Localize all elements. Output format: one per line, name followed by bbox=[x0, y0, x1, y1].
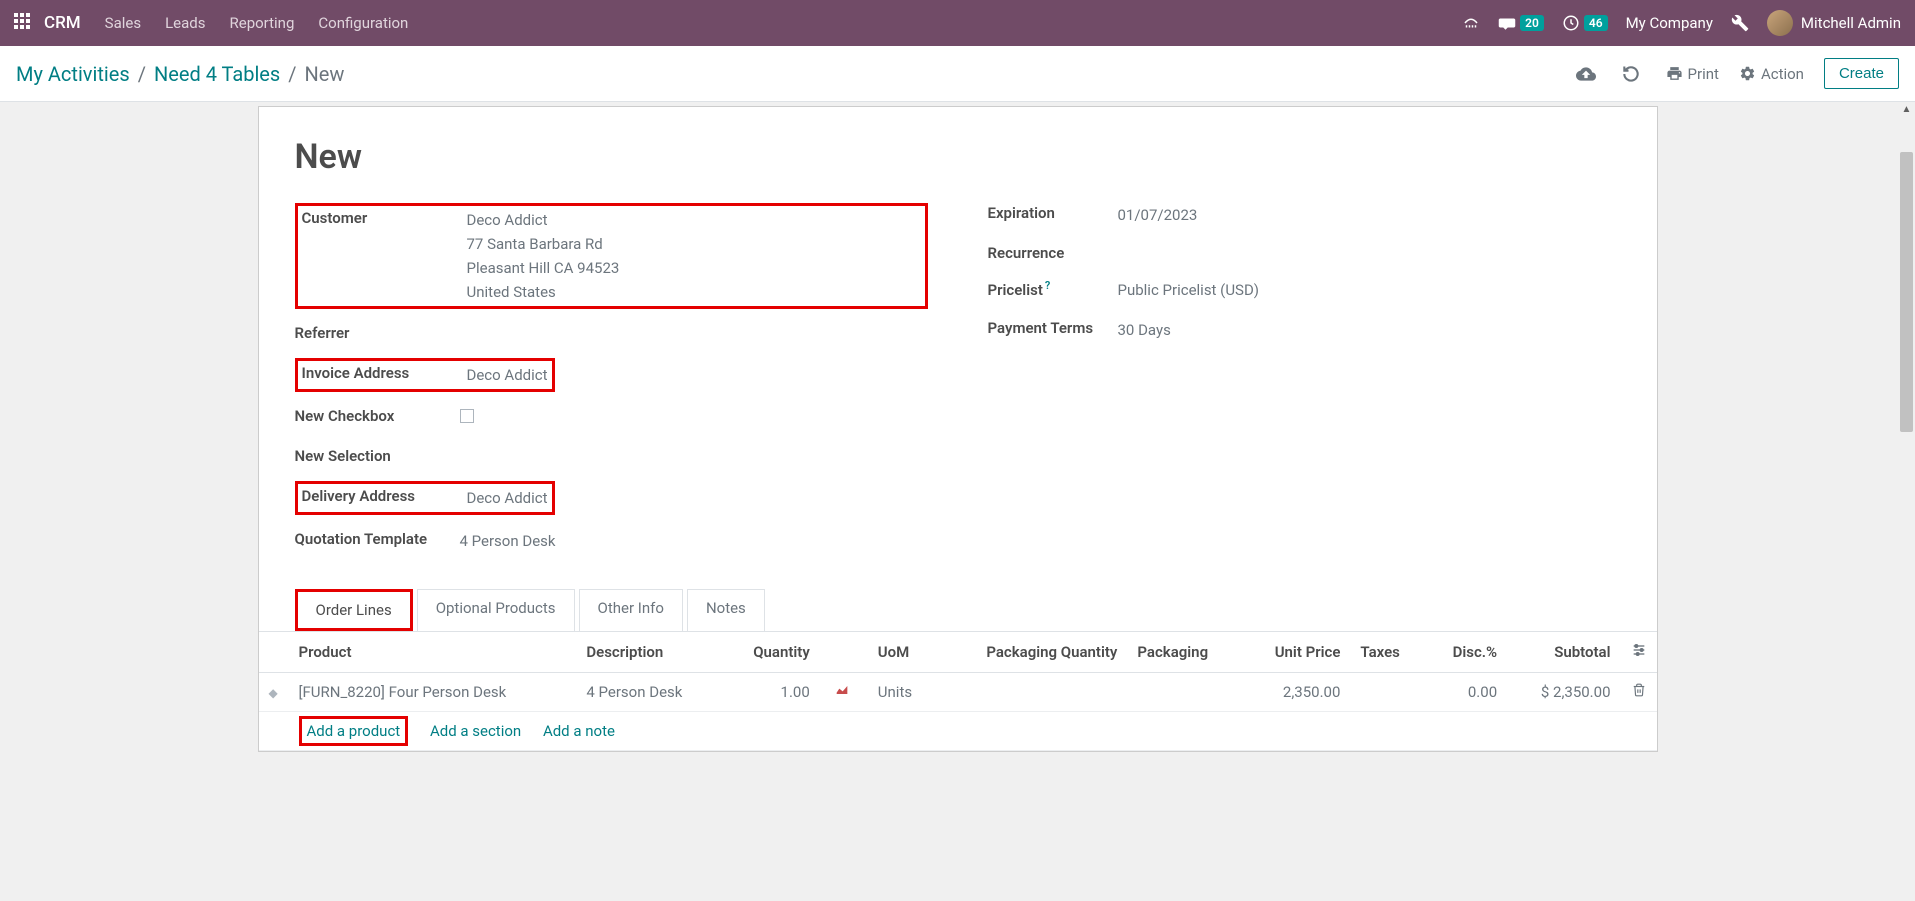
crumb-need4tables[interactable]: Need 4 Tables bbox=[154, 62, 280, 86]
crumb-new: New bbox=[305, 62, 345, 86]
invoice-label: Invoice Address bbox=[302, 363, 467, 382]
help-icon[interactable]: ? bbox=[1045, 279, 1050, 292]
expiration-label: Expiration bbox=[988, 203, 1118, 222]
apps-icon[interactable] bbox=[14, 13, 30, 33]
cell-product[interactable]: [FURN_8220] Four Person Desk bbox=[289, 673, 577, 712]
expiration-value[interactable]: 01/07/2023 bbox=[1118, 203, 1198, 227]
customer-city: Pleasant Hill CA 94523 bbox=[467, 256, 620, 280]
tab-notes[interactable]: Notes bbox=[687, 589, 765, 631]
checkbox-label: New Checkbox bbox=[295, 406, 460, 425]
th-product: Product bbox=[289, 632, 577, 673]
tabs: Order Lines Optional Products Other Info… bbox=[295, 589, 1621, 631]
nav-leads[interactable]: Leads bbox=[165, 14, 205, 32]
navbar: CRM Sales Leads Reporting Configuration … bbox=[0, 0, 1915, 46]
crumb-sep: / bbox=[288, 62, 296, 86]
recurrence-label: Recurrence bbox=[988, 243, 1118, 262]
brand[interactable]: CRM bbox=[44, 13, 81, 33]
cell-pack-qty[interactable] bbox=[936, 673, 1127, 712]
th-pack-qty: Packaging Quantity bbox=[936, 632, 1127, 673]
template-value[interactable]: 4 Person Desk bbox=[460, 529, 556, 553]
pricelist-label: Pricelist? bbox=[988, 278, 1118, 299]
crumb-sep: / bbox=[138, 62, 146, 86]
cell-quantity[interactable]: 1.00 bbox=[723, 673, 820, 712]
cell-packaging[interactable] bbox=[1127, 673, 1242, 712]
th-taxes: Taxes bbox=[1350, 632, 1425, 673]
cell-taxes[interactable] bbox=[1350, 673, 1425, 712]
add-product-link[interactable]: Add a product bbox=[299, 716, 409, 746]
delete-row-icon[interactable] bbox=[1621, 673, 1657, 712]
debug-icon[interactable] bbox=[1731, 14, 1749, 32]
th-disc: Disc.% bbox=[1426, 632, 1508, 673]
add-note-link[interactable]: Add a note bbox=[543, 722, 615, 740]
th-quantity: Quantity bbox=[723, 632, 820, 673]
print-button[interactable]: Print bbox=[1666, 65, 1719, 83]
scrollbar[interactable]: ▲ bbox=[1898, 102, 1915, 901]
action-button[interactable]: Action bbox=[1739, 65, 1804, 83]
discard-icon[interactable] bbox=[1621, 64, 1646, 84]
table-row[interactable]: ◆ [FURN_8220] Four Person Desk 4 Person … bbox=[259, 673, 1657, 712]
avatar bbox=[1767, 10, 1793, 36]
order-lines-table: Product Description Quantity UoM Packagi… bbox=[259, 632, 1657, 751]
cloud-save-icon[interactable] bbox=[1576, 64, 1601, 84]
invoice-value[interactable]: Deco Addict bbox=[467, 363, 548, 387]
th-uom: UoM bbox=[868, 632, 937, 673]
th-packaging: Packaging bbox=[1127, 632, 1242, 673]
print-label: Print bbox=[1688, 65, 1719, 83]
th-settings[interactable] bbox=[1621, 632, 1657, 673]
nav-sales[interactable]: Sales bbox=[105, 14, 141, 32]
pricelist-value[interactable]: Public Pricelist (USD) bbox=[1118, 278, 1260, 302]
delivery-label: Delivery Address bbox=[302, 486, 467, 505]
user-name: Mitchell Admin bbox=[1801, 14, 1901, 32]
th-description: Description bbox=[576, 632, 723, 673]
action-label: Action bbox=[1761, 65, 1804, 83]
th-subtotal: Subtotal bbox=[1507, 632, 1620, 673]
user-menu[interactable]: Mitchell Admin bbox=[1767, 10, 1901, 36]
customer-street: 77 Santa Barbara Rd bbox=[467, 232, 620, 256]
cell-uom[interactable]: Units bbox=[868, 673, 937, 712]
forecast-icon[interactable] bbox=[834, 683, 850, 701]
customer-label: Customer bbox=[302, 208, 467, 227]
nav-configuration[interactable]: Configuration bbox=[318, 14, 408, 32]
tab-other-info[interactable]: Other Info bbox=[579, 589, 683, 631]
selection-label: New Selection bbox=[295, 446, 460, 465]
payment-value[interactable]: 30 Days bbox=[1118, 318, 1171, 342]
activities-icon[interactable]: 46 bbox=[1562, 14, 1608, 32]
messages-badge: 20 bbox=[1520, 15, 1544, 31]
customer-name: Deco Addict bbox=[467, 208, 620, 232]
breadcrumb-bar: My Activities / Need 4 Tables / New Prin… bbox=[0, 46, 1915, 102]
scroll-thumb[interactable] bbox=[1900, 152, 1913, 432]
template-label: Quotation Template bbox=[295, 529, 460, 548]
cell-description[interactable]: 4 Person Desk bbox=[576, 673, 723, 712]
scroll-up-icon[interactable]: ▲ bbox=[1898, 104, 1915, 115]
cell-unit-price[interactable]: 2,350.00 bbox=[1242, 673, 1350, 712]
crumb-activities[interactable]: My Activities bbox=[16, 62, 130, 86]
customer-country: United States bbox=[467, 280, 620, 304]
th-unit-price: Unit Price bbox=[1242, 632, 1350, 673]
referrer-label: Referrer bbox=[295, 323, 460, 342]
tab-optional-products[interactable]: Optional Products bbox=[417, 589, 575, 631]
customer-value[interactable]: Deco Addict 77 Santa Barbara Rd Pleasant… bbox=[467, 208, 620, 304]
company-switcher[interactable]: My Company bbox=[1626, 14, 1713, 32]
cell-disc[interactable]: 0.00 bbox=[1426, 673, 1508, 712]
voip-icon[interactable] bbox=[1462, 14, 1480, 32]
payment-label: Payment Terms bbox=[988, 318, 1118, 337]
add-row: Add a product Add a section Add a note bbox=[259, 712, 1657, 751]
cell-subtotal: $ 2,350.00 bbox=[1507, 673, 1620, 712]
nav-reporting[interactable]: Reporting bbox=[230, 14, 295, 32]
left-column: Customer Deco Addict 77 Santa Barbara Rd… bbox=[295, 203, 928, 569]
activities-badge: 46 bbox=[1584, 15, 1608, 31]
table-header-row: Product Description Quantity UoM Packagi… bbox=[259, 632, 1657, 673]
tab-order-lines[interactable]: Order Lines bbox=[295, 589, 413, 631]
add-section-link[interactable]: Add a section bbox=[430, 722, 521, 740]
page-title: New bbox=[295, 137, 1621, 177]
form-sheet: New Customer Deco Addict 77 Santa Barbar… bbox=[258, 106, 1658, 752]
drag-handle-icon[interactable]: ◆ bbox=[269, 686, 278, 700]
delivery-value[interactable]: Deco Addict bbox=[467, 486, 548, 510]
new-checkbox[interactable] bbox=[460, 409, 474, 423]
create-button[interactable]: Create bbox=[1824, 58, 1899, 89]
messages-icon[interactable]: 20 bbox=[1498, 14, 1544, 32]
right-column: Expiration 01/07/2023 Recurrence Priceli… bbox=[988, 203, 1621, 569]
